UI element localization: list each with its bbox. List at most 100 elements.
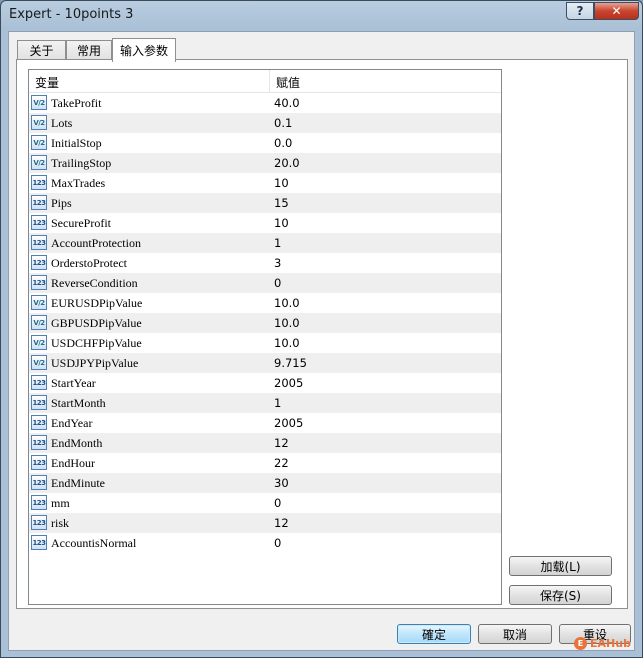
table-row[interactable]: 123 OrderstoProtect 3 [29, 253, 501, 273]
eahub-logo-icon: E [574, 637, 587, 650]
table-row[interactable]: 123 mm 0 [29, 493, 501, 513]
parameter-value[interactable]: 10 [274, 176, 289, 190]
expert-dialog: Expert - 10points 3 ? ✕ 关于 常用 输入参数 变量 赋值… [0, 0, 643, 658]
integer-type-icon: 123 [31, 515, 47, 530]
tab-inputs[interactable]: 输入参数 [112, 38, 176, 62]
parameter-value[interactable]: 22 [274, 456, 289, 470]
parameter-value[interactable]: 2005 [274, 376, 303, 390]
integer-type-icon: 123 [31, 435, 47, 450]
column-divider[interactable] [269, 70, 270, 92]
parameter-value[interactable]: 10.0 [274, 336, 300, 350]
save-button[interactable]: 保存(S) [509, 585, 612, 605]
double-type-icon: V/2 [31, 155, 47, 170]
parameter-value[interactable]: 10 [274, 216, 289, 230]
help-button[interactable]: ? [566, 2, 594, 20]
table-row[interactable]: 123 AccountisNormal 0 [29, 533, 501, 553]
integer-type-icon: 123 [31, 215, 47, 230]
table-row[interactable]: V/2 GBPUSDPipValue 10.0 [29, 313, 501, 333]
table-row[interactable]: V/2 InitialStop 0.0 [29, 133, 501, 153]
table-row[interactable]: 123 EndYear 2005 [29, 413, 501, 433]
parameter-value[interactable]: 0 [274, 536, 281, 550]
parameter-name: TakeProfit [51, 96, 102, 110]
parameter-name: SecureProfit [51, 216, 111, 230]
parameter-value[interactable]: 20.0 [274, 156, 300, 170]
dialog-client: 关于 常用 输入参数 变量 赋值 V/2 TakeProfit 40.0 V/2 Lot… [8, 31, 635, 651]
parameter-name: USDCHFPipValue [51, 336, 142, 350]
table-row[interactable]: 123 EndMinute 30 [29, 473, 501, 493]
table-row[interactable]: 123 ReverseCondition 0 [29, 273, 501, 293]
watermark-text: EAHub [590, 637, 631, 650]
inputs-panel: 变量 赋值 V/2 TakeProfit 40.0 V/2 Lots 0.1 V/2 Init… [16, 59, 628, 609]
parameter-name: EURUSDPipValue [51, 296, 143, 310]
parameter-value[interactable]: 9.715 [274, 356, 307, 370]
double-type-icon: V/2 [31, 95, 47, 110]
parameter-name: OrderstoProtect [51, 256, 127, 270]
title-bar[interactable]: Expert - 10points 3 ? ✕ [1, 1, 642, 31]
integer-type-icon: 123 [31, 195, 47, 210]
table-row[interactable]: 123 EndMonth 12 [29, 433, 501, 453]
watermark: E EAHub [574, 637, 631, 650]
integer-type-icon: 123 [31, 535, 47, 550]
load-button[interactable]: 加载(L) [509, 556, 612, 576]
double-type-icon: V/2 [31, 335, 47, 350]
table-row[interactable]: 123 EndHour 22 [29, 453, 501, 473]
integer-type-icon: 123 [31, 475, 47, 490]
double-type-icon: V/2 [31, 135, 47, 150]
integer-type-icon: 123 [31, 395, 47, 410]
parameter-value[interactable]: 12 [274, 436, 289, 450]
integer-type-icon: 123 [31, 275, 47, 290]
parameter-value[interactable]: 30 [274, 476, 289, 490]
parameter-name: StartMonth [51, 396, 106, 410]
cancel-button[interactable]: 取消 [478, 624, 552, 644]
parameter-value[interactable]: 12 [274, 516, 289, 530]
parameter-value[interactable]: 15 [274, 196, 289, 210]
table-row[interactable]: 123 SecureProfit 10 [29, 213, 501, 233]
double-type-icon: V/2 [31, 295, 47, 310]
parameter-value[interactable]: 2005 [274, 416, 303, 430]
parameter-name: EndMinute [51, 476, 105, 490]
table-row[interactable]: V/2 EURUSDPipValue 10.0 [29, 293, 501, 313]
table-row[interactable]: 123 Pips 15 [29, 193, 501, 213]
table-row[interactable]: 123 MaxTrades 10 [29, 173, 501, 193]
tab-common[interactable]: 常用 [66, 40, 112, 60]
double-type-icon: V/2 [31, 115, 47, 130]
window-title: Expert - 10points 3 [9, 7, 134, 22]
table-row[interactable]: 123 risk 12 [29, 513, 501, 533]
table-row[interactable]: 123 StartYear 2005 [29, 373, 501, 393]
table-row[interactable]: V/2 TakeProfit 40.0 [29, 93, 501, 113]
parameter-value[interactable]: 0 [274, 276, 281, 290]
column-header-variable[interactable]: 变量 [35, 74, 59, 91]
parameter-value[interactable]: 1 [274, 236, 281, 250]
parameter-name: AccountProtection [51, 236, 141, 250]
tab-about[interactable]: 关于 [17, 40, 66, 60]
parameter-value[interactable]: 10.0 [274, 316, 300, 330]
parameter-name: AccountisNormal [51, 536, 137, 550]
parameter-name: EndHour [51, 456, 95, 470]
parameter-name: StartYear [51, 376, 96, 390]
parameter-value[interactable]: 10.0 [274, 296, 300, 310]
parameters-list[interactable]: 变量 赋值 V/2 TakeProfit 40.0 V/2 Lots 0.1 V/2 Init… [28, 69, 502, 605]
table-row[interactable]: V/2 USDJPYPipValue 9.715 [29, 353, 501, 373]
table-row[interactable]: V/2 Lots 0.1 [29, 113, 501, 133]
parameter-value[interactable]: 0.0 [274, 136, 292, 150]
table-row[interactable]: 123 AccountProtection 1 [29, 233, 501, 253]
parameter-name: risk [51, 516, 69, 530]
parameter-value[interactable]: 0.1 [274, 116, 292, 130]
parameter-value[interactable]: 40.0 [274, 96, 300, 110]
ok-button[interactable]: 確定 [397, 624, 471, 644]
integer-type-icon: 123 [31, 495, 47, 510]
parameter-value[interactable]: 3 [274, 256, 281, 270]
parameter-value[interactable]: 1 [274, 396, 281, 410]
column-header-value[interactable]: 赋值 [276, 74, 300, 91]
integer-type-icon: 123 [31, 375, 47, 390]
parameter-value[interactable]: 0 [274, 496, 281, 510]
double-type-icon: V/2 [31, 355, 47, 370]
table-row[interactable]: V/2 TrailingStop 20.0 [29, 153, 501, 173]
table-row[interactable]: V/2 USDCHFPipValue 10.0 [29, 333, 501, 353]
integer-type-icon: 123 [31, 255, 47, 270]
table-row[interactable]: 123 StartMonth 1 [29, 393, 501, 413]
close-button[interactable]: ✕ [594, 2, 639, 20]
parameter-name: EndYear [51, 416, 93, 430]
list-header: 变量 赋值 [29, 70, 501, 93]
integer-type-icon: 123 [31, 175, 47, 190]
